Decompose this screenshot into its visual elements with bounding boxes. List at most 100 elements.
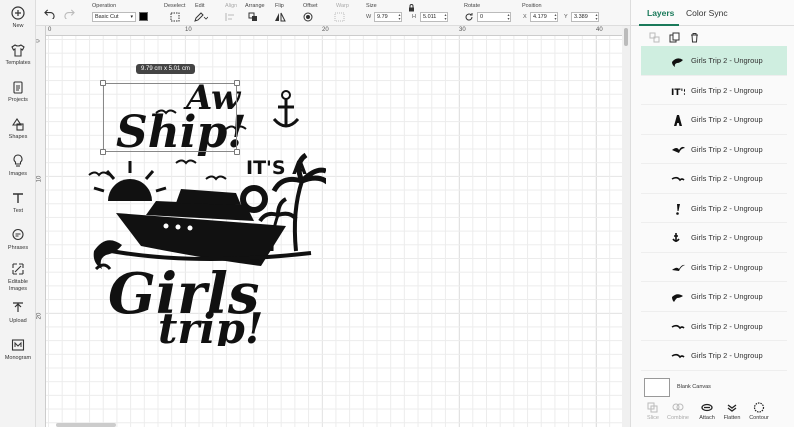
shirt-icon: [11, 44, 25, 57]
bird-icon: [671, 176, 685, 182]
offset-label: Offset: [303, 3, 318, 9]
layer-row[interactable]: Girls Trip 2 - Ungroup: [641, 46, 787, 76]
sidebar-item-monogram[interactable]: Monogram: [0, 338, 36, 362]
layer-row[interactable]: Girls Trip 2 - Ungroup: [641, 282, 787, 312]
y-value: 3.389: [574, 14, 588, 20]
rotate-value: 0: [480, 14, 484, 20]
blank-canvas-layer[interactable]: Blank Canvas: [641, 377, 787, 399]
layers-list: Girls Trip 2 - Ungroup IT'S Girls Trip 2…: [641, 46, 787, 374]
align-label: Align: [225, 3, 238, 9]
width-stepper[interactable]: ▴ ▾: [397, 13, 402, 21]
warp-icon: [334, 12, 345, 22]
layer-row[interactable]: Girls Trip 2 - Ungroup: [641, 312, 787, 341]
dolphin-icon: [672, 58, 683, 67]
offset-group[interactable]: Offset: [303, 3, 318, 10]
x-value: 4.179: [533, 14, 547, 20]
exclamation-icon: [676, 203, 680, 215]
undo-icon[interactable]: [44, 8, 55, 19]
lock-icon[interactable]: [408, 4, 415, 12]
sidebar-item-templates[interactable]: Templates: [0, 43, 36, 67]
tab-layers[interactable]: Layers: [647, 8, 674, 18]
layer-actions-bar: Slice Combine Attach Flatten Contour: [631, 402, 794, 427]
width-value: 9.79: [377, 14, 388, 20]
attach-button[interactable]: Attach: [695, 402, 719, 421]
edit-pencil-icon[interactable]: [194, 12, 208, 22]
y-stepper[interactable]: ▴ ▾: [594, 13, 599, 21]
attach-icon: [701, 403, 713, 412]
rotate-icon: [465, 13, 473, 21]
edit-group[interactable]: Edit: [195, 3, 204, 10]
offset-icon[interactable]: [303, 12, 317, 22]
layer-row[interactable]: Girls Trip 2 - Ungroup: [641, 253, 787, 282]
blank-canvas-thumb: [644, 378, 670, 397]
sidebar-item-shapes[interactable]: Shapes: [0, 117, 36, 141]
rotate-stepper[interactable]: ▴ ▾: [506, 13, 511, 21]
layer-name: Girls Trip 2 - Ungroup: [691, 85, 763, 95]
sidebar-item-phrases[interactable]: Phrases: [0, 228, 36, 252]
horizontal-scrollbar[interactable]: [56, 423, 116, 427]
layer-row[interactable]: Girls Trip 2 - Ungroup: [641, 164, 787, 194]
selection-bounding-box[interactable]: [100, 80, 240, 155]
design-canvas[interactable]: 0 10 20 30 40 0 10 20 Aw Ship! IT'S A Gi…: [36, 26, 630, 427]
blank-canvas-label: Blank Canvas: [677, 384, 711, 390]
arrange-label: Arrange: [245, 3, 265, 9]
flatten-button[interactable]: Flatten: [720, 402, 744, 421]
align-icon: [225, 13, 234, 21]
layer-name: Girls Trip 2 - Ungroup: [691, 321, 763, 331]
left-sidebar: New Templates Projects Shapes Images Tex…: [0, 0, 36, 427]
tab-color-sync[interactable]: Color Sync: [686, 8, 728, 18]
resize-handle[interactable]: [100, 80, 106, 86]
resize-handle[interactable]: [234, 149, 240, 155]
ruler-top: 0 10 20 30 40: [36, 26, 630, 36]
operation-select[interactable]: Basic Cut ▾: [92, 12, 136, 22]
sidebar-item-label: Monogram: [4, 355, 32, 361]
sidebar-item-editable-images[interactable]: Editable Images: [0, 262, 36, 293]
deselect-group[interactable]: Deselect: [164, 3, 185, 10]
layer-row[interactable]: Girls Trip 2 - Ungroup: [641, 105, 787, 135]
redo-icon[interactable]: [64, 8, 75, 19]
scrollbar-thumb[interactable]: [624, 28, 628, 46]
y-letter: Y: [564, 14, 568, 20]
slice-icon: [647, 402, 658, 413]
arrange-icon[interactable]: [248, 12, 262, 22]
slice-button[interactable]: Slice: [641, 402, 665, 421]
clipboard-icon: [13, 81, 23, 94]
height-value: 5.011: [423, 14, 437, 20]
x-stepper[interactable]: ▴ ▾: [553, 13, 558, 21]
sidebar-item-projects[interactable]: Projects: [0, 80, 36, 104]
sidebar-item-images[interactable]: Images: [0, 154, 36, 178]
size-group: Size: [366, 3, 377, 10]
sidebar-item-new[interactable]: New: [0, 6, 36, 30]
layer-row[interactable]: Girls Trip 2 - Ungroup: [641, 135, 787, 164]
layer-row[interactable]: Girls Trip 2 - Ungroup: [641, 223, 787, 253]
align-group: Align: [225, 3, 237, 10]
combine-button[interactable]: Combine: [666, 402, 690, 421]
text-t-icon: [13, 193, 23, 203]
flip-icon[interactable]: [274, 12, 288, 22]
bird-icon: [671, 353, 685, 359]
contour-button[interactable]: Contour: [747, 402, 771, 421]
right-panel: Layers Color Sync Girls Trip 2 - Ungroup…: [630, 0, 794, 427]
arrange-group[interactable]: Arrange: [245, 3, 265, 10]
layer-name: Girls Trip 2 - Ungroup: [691, 233, 763, 242]
layer-row[interactable]: IT'S Girls Trip 2 - Ungroup: [641, 76, 787, 105]
flip-group[interactable]: Flip: [275, 3, 284, 10]
trash-icon[interactable]: [689, 32, 700, 43]
contour-label: Contour: [749, 415, 769, 421]
contour-icon: [753, 402, 765, 413]
resize-handle[interactable]: [234, 80, 240, 86]
ruler-tick-label: 10: [185, 27, 192, 33]
color-swatch[interactable]: [139, 12, 148, 21]
vertical-scrollbar[interactable]: [622, 26, 630, 427]
sidebar-item-text[interactable]: Text: [0, 191, 36, 215]
width-letter: W: [366, 14, 372, 20]
deselect-icon[interactable]: [170, 12, 180, 22]
layer-row[interactable]: Girls Trip 2 - Ungroup: [641, 194, 787, 223]
sidebar-item-upload[interactable]: Upload: [0, 301, 36, 325]
duplicate-icon[interactable]: [669, 32, 680, 43]
letter-a-icon: [674, 115, 682, 126]
deselect-label: Deselect: [164, 3, 186, 9]
height-stepper[interactable]: ▴ ▾: [443, 13, 448, 21]
resize-handle[interactable]: [100, 149, 106, 155]
layer-row[interactable]: Girls Trip 2 - Ungroup: [641, 341, 787, 371]
